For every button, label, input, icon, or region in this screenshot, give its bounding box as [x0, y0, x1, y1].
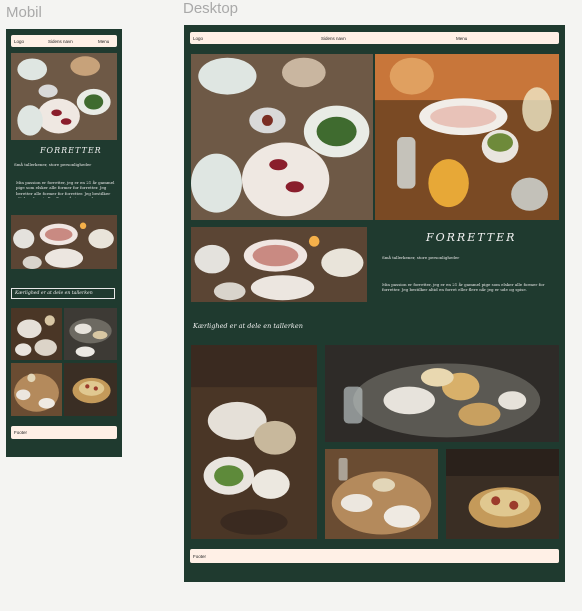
mobile-section-title: FORRETTER	[40, 146, 102, 155]
mobile-gallery-photo-4	[64, 363, 117, 416]
desktop-section-title: FORRETTER	[426, 231, 517, 244]
desktop-section-subtitle: Små tallerkener, store personligheder	[382, 255, 460, 260]
nav-logo[interactable]: Logo	[14, 39, 24, 44]
desktop-nav-logo[interactable]: Logo	[193, 36, 203, 41]
mobile-frame: Logo Sidens navn Menu FORRETTER Små tall…	[6, 29, 122, 457]
mobile-frame-label: Mobil	[6, 4, 42, 21]
mobile-footer-label: Footer	[14, 430, 28, 435]
desktop-gallery-photo-3	[325, 449, 438, 539]
desktop-nav-menu[interactable]: Menu	[456, 36, 467, 41]
desktop-gallery-photo-4	[446, 449, 559, 539]
desktop-frame-label: Desktop	[183, 0, 239, 17]
desktop-nav-page-name[interactable]: Sidens navn	[321, 36, 346, 41]
mobile-gallery-photo-3	[11, 363, 62, 416]
desktop-hero-photo-right	[375, 54, 559, 220]
mobile-gallery-photo-1	[11, 308, 62, 360]
desktop-footer: Footer	[190, 549, 559, 563]
mobile-gallery-heading: Kærlighed er at dele en tallerken	[11, 288, 115, 299]
mobile-gallery-heading-text: Kærlighed er at dele en tallerken	[15, 291, 93, 296]
mobile-navbar: Logo Sidens navn Menu	[11, 35, 117, 47]
nav-page-name[interactable]: Sidens navn	[48, 39, 73, 44]
desktop-gallery-photo-2	[325, 345, 559, 442]
mobile-gallery-photo-2	[64, 308, 117, 360]
desktop-photo-2	[191, 227, 367, 302]
mobile-section-body: Min passion er forretter, jeg er en 21 å…	[16, 180, 115, 198]
mobile-footer: Footer	[11, 426, 117, 439]
desktop-gallery-photo-1	[191, 345, 317, 539]
desktop-section-body: Min passion er forretter, jeg er en 21 å…	[382, 282, 545, 293]
desktop-frame: Logo Sidens navn Menu FORRETTER Små tall…	[184, 25, 565, 582]
mobile-section-subtitle: Små tallerkener, store personligheder	[14, 162, 92, 167]
desktop-gallery-heading: Kærlighed er at dele en tallerken	[193, 322, 303, 330]
nav-menu[interactable]: Menu	[98, 39, 109, 44]
mobile-hero-photo	[11, 53, 117, 140]
desktop-hero-photo-left	[191, 54, 373, 220]
mobile-photo-2	[11, 215, 117, 269]
desktop-footer-label: Footer	[193, 553, 207, 559]
desktop-navbar: Logo Sidens navn Menu	[190, 32, 559, 44]
